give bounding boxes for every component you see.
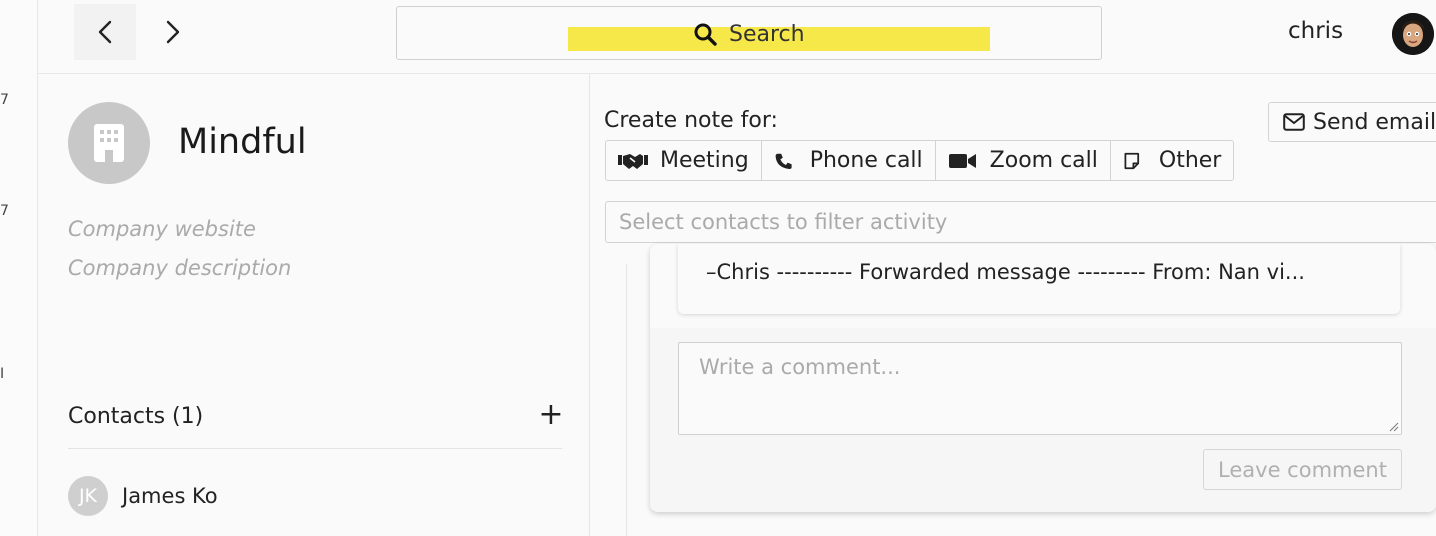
create-note-label: Create note for: <box>604 108 778 133</box>
contact-filter-select[interactable]: Select contacts to filter activity <box>605 201 1436 243</box>
user-avatar-image <box>1392 13 1434 55</box>
search-content: Search <box>693 18 805 50</box>
note-type-other-button[interactable]: Other <box>1111 141 1233 180</box>
resize-grip-icon[interactable] <box>1389 422 1399 432</box>
chevron-right-icon <box>166 20 180 44</box>
company-avatar <box>68 102 150 184</box>
note-type-phone-call-button[interactable]: Phone call <box>762 141 936 180</box>
message-preview: –Chris ---------- Forwarded message ----… <box>706 260 1305 284</box>
contacts-divider <box>68 448 562 449</box>
company-website-field[interactable]: Company website <box>68 217 256 241</box>
contact-filter-placeholder: Select contacts to filter activity <box>619 210 948 234</box>
leave-comment-label: Leave comment <box>1218 457 1387 482</box>
add-contact-button[interactable]: + <box>538 400 564 430</box>
building-icon <box>94 124 124 162</box>
strip-fragment: 7 <box>0 203 9 219</box>
note-type-label: Meeting <box>660 148 749 173</box>
send-email-button[interactable]: Send email <box>1268 102 1436 142</box>
strip-fragment: 7 <box>0 92 9 108</box>
search-bar[interactable]: Search <box>396 6 1102 60</box>
handshake-icon <box>618 153 648 169</box>
comment-placeholder: Write a comment... <box>699 355 901 379</box>
strip-fragment: I <box>0 366 5 382</box>
left-edge-strip: 7 7 I <box>0 0 38 536</box>
leave-comment-button[interactable]: Leave comment <box>1203 449 1402 490</box>
search-label: Search <box>729 21 805 47</box>
top-bar: Search chris <box>38 0 1436 74</box>
company-panel: Mindful Company website Company descript… <box>38 74 590 536</box>
chevron-left-icon <box>98 20 112 44</box>
note-type-zoom-call-button[interactable]: Zoom call <box>936 141 1111 180</box>
video-camera-icon <box>948 153 976 168</box>
note-type-label: Other <box>1158 148 1222 173</box>
contacts-header: Contacts (1) <box>68 404 204 429</box>
comment-section: Write a comment... Leave comment <box>650 328 1436 512</box>
contact-list-item[interactable]: JK James Ko <box>68 476 218 516</box>
contact-avatar: JK <box>68 476 108 516</box>
message-preview-box[interactable]: –Chris ---------- Forwarded message ----… <box>678 244 1400 314</box>
envelope-icon <box>1283 113 1305 131</box>
phone-icon <box>775 153 792 169</box>
search-icon <box>694 23 717 46</box>
app-window: 7 7 I Search chris Mindful Company websi… <box>0 0 1436 536</box>
note-type-label: Zoom call <box>989 148 1098 173</box>
forward-button[interactable] <box>142 4 204 60</box>
user-name[interactable]: chris <box>1288 18 1343 44</box>
sticky-note-icon <box>1124 152 1139 169</box>
comment-textarea[interactable]: Write a comment... <box>678 342 1402 435</box>
timeline-line <box>626 264 627 536</box>
activity-panel: Create note for: Send email Meeting Phon… <box>591 74 1436 536</box>
note-type-meeting-button[interactable]: Meeting <box>606 141 762 180</box>
send-email-label: Send email <box>1313 109 1436 135</box>
activity-card: –Chris ---------- Forwarded message ----… <box>650 244 1436 512</box>
contact-name: James Ko <box>122 484 218 508</box>
note-type-group: Meeting Phone call Zoom call Other <box>605 140 1235 181</box>
back-button[interactable] <box>74 4 136 60</box>
note-type-label: Phone call <box>809 148 923 173</box>
user-avatar[interactable] <box>1392 13 1434 55</box>
company-description-field[interactable]: Company description <box>68 256 291 280</box>
company-name[interactable]: Mindful <box>178 122 307 162</box>
